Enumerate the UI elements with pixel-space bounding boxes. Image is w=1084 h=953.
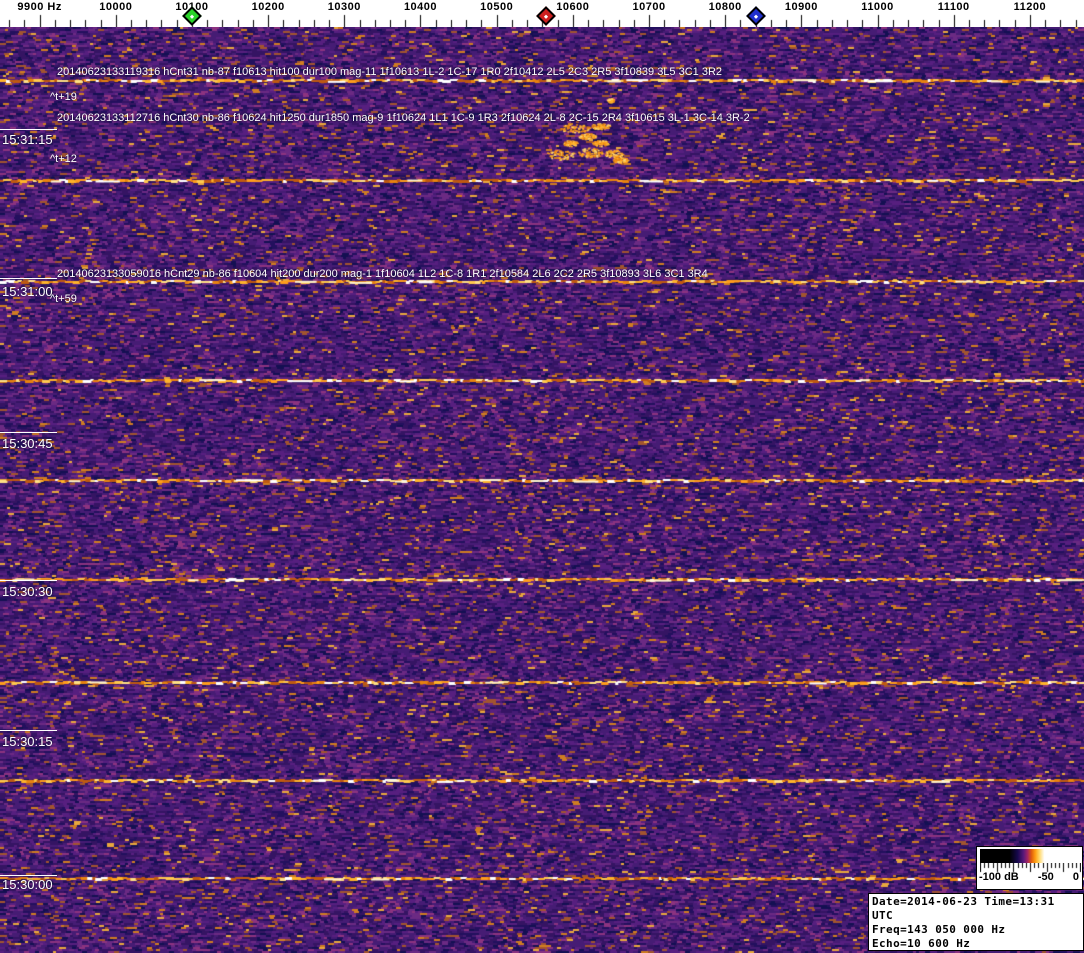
- echo-offset-label: ^t+19: [50, 91, 77, 103]
- time-tick: [0, 278, 57, 279]
- waterfall-overlay: 15:31:15 15:31:00 15:30:45 15:30:30 15:30:15…: [0, 27, 1084, 953]
- freq-tick-label: 10600: [556, 1, 590, 13]
- info-echo-line: Echo=10 600 Hz: [872, 937, 971, 950]
- freq-tick-label: 11100: [937, 1, 970, 13]
- marker-center-dot: [753, 14, 758, 19]
- spectrogram-display: 9900 Hz100001010010200103001040010500106…: [0, 0, 1084, 953]
- freq-tick-label: 11200: [1013, 1, 1047, 13]
- freq-tick-label: 10000: [99, 1, 133, 13]
- freq-tick-label: 9900 Hz: [17, 1, 62, 13]
- marker-center-dot: [189, 14, 195, 19]
- freq-tick-label: 10200: [251, 1, 285, 13]
- echo-offset-label: ^t+59: [50, 293, 77, 305]
- freq-tick-label: 10900: [784, 1, 818, 13]
- time-tick: [0, 875, 57, 876]
- detection-annotation: 20140623133059016 hCnt29 nb-86 f10604 hi…: [57, 268, 708, 280]
- freq-tick-label: 10400: [403, 1, 438, 13]
- info-date-line: Date=2014-06-23 Time=13:31 UTC: [872, 895, 1055, 922]
- info-freq-line: Freq=143 050 000 Hz: [872, 923, 1006, 936]
- time-tick: [0, 730, 57, 731]
- freq-tick-label: 10300: [327, 1, 361, 13]
- waterfall-area[interactable]: 15:31:15 15:31:00 15:30:45 15:30:30 15:30:15…: [0, 27, 1084, 953]
- colorbar-gradient: [980, 849, 1079, 863]
- echo-offset-label: ^t+12: [50, 153, 77, 165]
- time-label: 15:31:15: [2, 132, 53, 147]
- time-label: 15:30:30: [2, 584, 53, 599]
- time-label: 15:30:45: [2, 436, 53, 451]
- freq-tick-label: 10500: [480, 1, 514, 13]
- time-label: 15:30:00: [2, 877, 53, 892]
- colorbar: -100 dB -50 0: [976, 846, 1083, 890]
- freq-tick-label: 10700: [632, 1, 666, 13]
- colorbar-label-min: -100 dB: [979, 871, 1019, 883]
- colorbar-label-mid: -50: [1037, 871, 1054, 883]
- freq-tick-label: 11000: [861, 1, 894, 13]
- detection-annotation: 20140623133112716 hCnt30 nb-86 f10624 hi…: [57, 112, 750, 124]
- time-tick: [0, 129, 57, 130]
- time-tick: [0, 580, 57, 581]
- frequency-ruler[interactable]: 9900 Hz100001010010200103001040010500106…: [0, 0, 1084, 27]
- time-label: 15:31:00: [2, 284, 53, 299]
- freq-tick-label: 10800: [708, 1, 742, 13]
- colorbar-label-max: 0: [1072, 871, 1079, 883]
- info-box: Date=2014-06-23 Time=13:31 UTC Freq=143 …: [868, 893, 1084, 953]
- time-label: 15:30:15: [2, 734, 53, 749]
- time-tick: [0, 432, 57, 433]
- colorbar-labels: -100 dB -50 0: [977, 871, 1082, 885]
- detection-annotation: 20140623133119316 hCnt31 nb-87 f10613 hi…: [57, 66, 723, 78]
- marker-center-dot: [544, 14, 549, 19]
